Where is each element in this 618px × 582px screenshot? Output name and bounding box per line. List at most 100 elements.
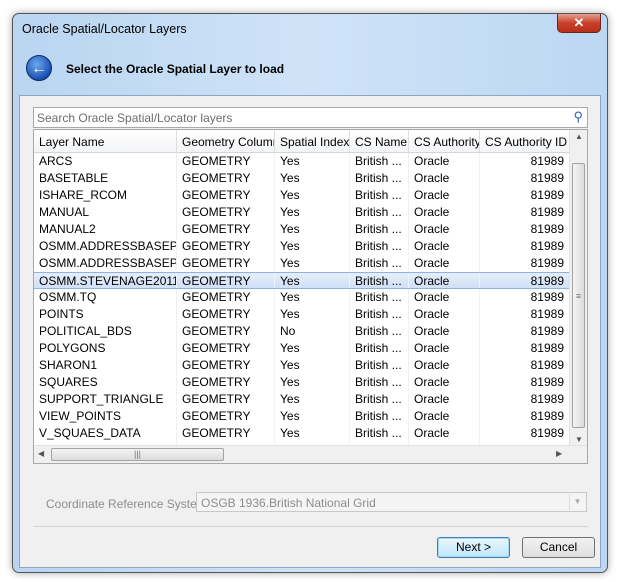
back-arrow-icon: ← bbox=[31, 60, 47, 77]
table-cell: British ... bbox=[350, 255, 409, 272]
table-cell: 81989 bbox=[480, 221, 570, 238]
table-cell: MANUAL2 bbox=[34, 221, 177, 238]
table-cell: GEOMETRY bbox=[177, 170, 275, 187]
table-cell: MANUAL bbox=[34, 204, 177, 221]
horizontal-scrollbar[interactable]: ◀ ||| ▶ bbox=[34, 445, 587, 463]
table-cell: 81989 bbox=[480, 238, 570, 255]
crs-select[interactable]: OSGB 1936.British National Grid ▼ bbox=[196, 492, 587, 512]
table-cell: British ... bbox=[350, 306, 409, 323]
table-cell: Yes bbox=[275, 238, 350, 255]
table-row[interactable]: OSMM.ADDRESSBASEP... GEOMETRY Yes British .… bbox=[34, 238, 570, 255]
table-cell: V_SQUAES_DATA bbox=[34, 425, 177, 442]
column-header[interactable]: CS Name bbox=[350, 130, 409, 152]
table-cell: GEOMETRY bbox=[177, 187, 275, 204]
table-cell: SQUARES bbox=[34, 374, 177, 391]
vertical-scrollbar[interactable]: ▲ ≡ ▼ bbox=[569, 130, 587, 446]
table-cell: 81989 bbox=[480, 357, 570, 374]
scroll-up-icon[interactable]: ▲ bbox=[575, 132, 583, 141]
column-header[interactable]: CS Authority bbox=[409, 130, 480, 152]
table-row[interactable]: OSMM.TQ GEOMETRY Yes British ... Oracle 81989 bbox=[34, 289, 570, 306]
table-cell: Yes bbox=[275, 408, 350, 425]
table-cell: Oracle bbox=[409, 255, 480, 272]
table-row[interactable]: ISHARE_RCOM GEOMETRY Yes British ... Oracle 8… bbox=[34, 187, 570, 204]
layers-table: Layer Name Geometry Column Spatial Index CS… bbox=[33, 129, 588, 464]
search-icon[interactable]: ⚲ bbox=[573, 109, 583, 125]
table-row[interactable]: ARCS GEOMETRY Yes British ... Oracle 81989 bbox=[34, 153, 570, 170]
cancel-button[interactable]: Cancel bbox=[522, 537, 595, 558]
table-cell: GEOMETRY bbox=[177, 204, 275, 221]
table-cell: British ... bbox=[350, 357, 409, 374]
table-cell: British ... bbox=[350, 408, 409, 425]
table-cell: 81989 bbox=[480, 425, 570, 442]
table-cell: British ... bbox=[350, 187, 409, 204]
table-cell: GEOMETRY bbox=[177, 374, 275, 391]
table-cell: Yes bbox=[275, 374, 350, 391]
crs-label: Coordinate Reference System: bbox=[46, 497, 211, 511]
table-cell: 81989 bbox=[480, 255, 570, 272]
scroll-right-icon[interactable]: ▶ bbox=[556, 449, 562, 458]
table-cell: OSMM.ADDRESSBASEP... bbox=[34, 255, 177, 272]
table-cell: British ... bbox=[350, 221, 409, 238]
table-cell: OSMM.ADDRESSBASEP... bbox=[34, 238, 177, 255]
column-header[interactable]: CS Authority ID bbox=[480, 130, 570, 152]
table-cell: OSMM.STEVENAGE2011 bbox=[34, 273, 177, 288]
table-row[interactable]: VIEW_POINTS GEOMETRY Yes British ... Oracle 8… bbox=[34, 408, 570, 425]
table-cell: Yes bbox=[275, 273, 350, 288]
scroll-down-icon[interactable]: ▼ bbox=[575, 435, 583, 444]
table-row[interactable]: OSMM.ADDRESSBASEP... GEOMETRY Yes British .… bbox=[34, 255, 570, 272]
table-cell: GEOMETRY bbox=[177, 340, 275, 357]
table-row[interactable]: POINTS GEOMETRY Yes British ... Oracle 81989 bbox=[34, 306, 570, 323]
table-row[interactable]: POLYGONS GEOMETRY Yes British ... Oracle 8198… bbox=[34, 340, 570, 357]
column-header[interactable]: Spatial Index bbox=[275, 130, 350, 152]
crs-value: OSGB 1936.British National Grid bbox=[201, 496, 376, 510]
table-cell: GEOMETRY bbox=[177, 391, 275, 408]
table-cell: Yes bbox=[275, 153, 350, 170]
table-row[interactable]: SQUARES GEOMETRY Yes British ... Oracle 81989 bbox=[34, 374, 570, 391]
table-cell: British ... bbox=[350, 391, 409, 408]
dialog-window: Oracle Spatial/Locator Layers ✕ ← Select… bbox=[12, 13, 608, 573]
table-row[interactable]: MANUAL2 GEOMETRY Yes British ... Oracle 81989 bbox=[34, 221, 570, 238]
table-cell: SUPPORT_TRIANGLE bbox=[34, 391, 177, 408]
table-row[interactable]: BASETABLE GEOMETRY Yes British ... Oracle 819… bbox=[34, 170, 570, 187]
table-cell: GEOMETRY bbox=[177, 408, 275, 425]
table-cell: Oracle bbox=[409, 204, 480, 221]
scroll-thumb[interactable]: ≡ bbox=[572, 163, 585, 428]
search-input[interactable]: Search Oracle Spatial/Locator layers ⚲ bbox=[33, 107, 588, 128]
table-row[interactable]: OSMM.STEVENAGE2011 GEOMETRY Yes British ...… bbox=[34, 272, 570, 289]
table-row[interactable]: POLITICAL_BDS GEOMETRY No British ... Oracle… bbox=[34, 323, 570, 340]
table-cell: POINTS bbox=[34, 306, 177, 323]
table-cell: Oracle bbox=[409, 221, 480, 238]
table-cell: 81989 bbox=[480, 170, 570, 187]
table-cell: 81989 bbox=[480, 153, 570, 170]
table-row[interactable]: SUPPORT_TRIANGLE GEOMETRY Yes British ... Or… bbox=[34, 391, 570, 408]
table-cell: Oracle bbox=[409, 153, 480, 170]
table-cell: POLYGONS bbox=[34, 340, 177, 357]
hscroll-thumb[interactable]: ||| bbox=[51, 448, 224, 461]
table-cell: SHARON1 bbox=[34, 357, 177, 374]
table-cell: Oracle bbox=[409, 273, 480, 288]
table-cell: Yes bbox=[275, 187, 350, 204]
table-cell: 81989 bbox=[480, 391, 570, 408]
table-cell: Oracle bbox=[409, 187, 480, 204]
table-cell: Yes bbox=[275, 221, 350, 238]
window-title: Oracle Spatial/Locator Layers bbox=[22, 22, 187, 36]
table-cell: ARCS bbox=[34, 153, 177, 170]
column-header[interactable]: Geometry Column bbox=[177, 130, 275, 152]
scroll-left-icon[interactable]: ◀ bbox=[38, 449, 44, 458]
table-cell: GEOMETRY bbox=[177, 153, 275, 170]
column-header[interactable]: Layer Name bbox=[34, 130, 177, 152]
table-cell: Oracle bbox=[409, 374, 480, 391]
table-cell: 81989 bbox=[480, 374, 570, 391]
table-row[interactable]: SHARON1 GEOMETRY Yes British ... Oracle 81989 bbox=[34, 357, 570, 374]
table-header: Layer Name Geometry Column Spatial Index CS… bbox=[34, 130, 570, 153]
chevron-down-icon[interactable]: ▼ bbox=[569, 494, 585, 510]
next-button[interactable]: Next > bbox=[437, 537, 510, 558]
table-row[interactable]: MANUAL GEOMETRY Yes British ... Oracle 81989 bbox=[34, 204, 570, 221]
table-cell: Yes bbox=[275, 391, 350, 408]
table-cell: British ... bbox=[350, 204, 409, 221]
table-row[interactable]: V_SQUAES_DATA GEOMETRY Yes British ... Oracl… bbox=[34, 425, 570, 442]
back-button[interactable]: ← bbox=[26, 55, 52, 81]
close-button[interactable]: ✕ bbox=[557, 14, 601, 33]
table-cell: GEOMETRY bbox=[177, 221, 275, 238]
table-cell: Yes bbox=[275, 425, 350, 442]
